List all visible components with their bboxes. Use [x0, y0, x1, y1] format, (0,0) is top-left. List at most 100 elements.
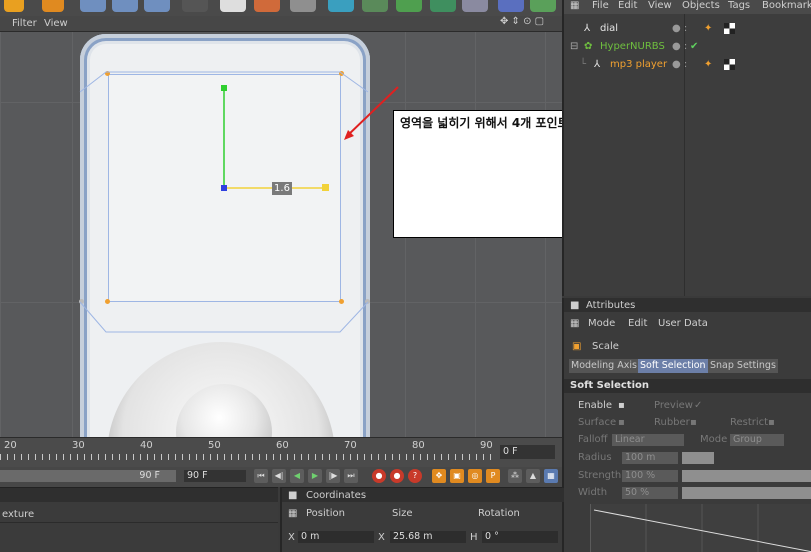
object-icon: ⅄: [594, 59, 601, 70]
scale-key-button[interactable]: ▣: [450, 469, 464, 483]
deformer-icon[interactable]: [462, 0, 488, 12]
menu-texture[interactable]: exture: [2, 509, 34, 520]
tab-modeling-axis[interactable]: Modeling Axis: [569, 359, 639, 373]
rotate-tool-icon[interactable]: [144, 0, 170, 12]
strength-slider[interactable]: [682, 470, 811, 482]
play-button[interactable]: ▶: [308, 469, 322, 483]
prev-key-button[interactable]: ◀|: [272, 469, 286, 483]
go-to-end-button[interactable]: ⏭: [344, 469, 358, 483]
object-name[interactable]: dial: [600, 23, 618, 34]
texture-tag-icon[interactable]: [724, 23, 735, 34]
tag-icon[interactable]: ✦: [704, 23, 712, 34]
grip-icon: ▦: [570, 0, 580, 11]
x-size-axis-label: X: [378, 532, 385, 543]
render-view-icon[interactable]: [220, 0, 246, 12]
tab-soft-selection[interactable]: Soft Selection: [638, 359, 708, 373]
menu-edit[interactable]: Edit: [628, 318, 647, 329]
camera-icon[interactable]: [530, 0, 556, 12]
prev-frame-button[interactable]: ◀: [290, 469, 304, 483]
x-size-field[interactable]: 25.68 m: [390, 531, 466, 543]
surface-checkbox[interactable]: ▪: [618, 417, 625, 428]
menu-bookmarks[interactable]: Bookmarks: [762, 0, 811, 11]
strength-field[interactable]: 100 %: [622, 470, 678, 482]
object-row-hypernurbs[interactable]: ⊟ ✿ HyperNURBS ● : ✔: [564, 38, 811, 56]
width-field[interactable]: 50 %: [622, 487, 678, 499]
menu-view[interactable]: View: [44, 18, 68, 29]
transport-bar: 90 F 90 F ⏮ ◀| ◀ ▶ |▶ ⏭ ● ● ? ✥ ▣ ◎ P ⁂ …: [0, 467, 562, 487]
scene-icon[interactable]: [498, 0, 524, 12]
render-picture-icon[interactable]: [254, 0, 280, 12]
width-slider[interactable]: [682, 487, 811, 499]
live-selection-icon[interactable]: [42, 0, 64, 12]
h-rotation-field[interactable]: 0 °: [482, 531, 558, 543]
nurbs-icon[interactable]: [396, 0, 422, 12]
tick-label: 50: [208, 440, 221, 451]
grip-icon: ▦: [288, 508, 298, 519]
mode-select[interactable]: Group: [730, 434, 784, 446]
preview-range-slider[interactable]: 90 F: [0, 470, 176, 482]
surface-label: Surface: [578, 417, 617, 428]
tick-label: 60: [276, 440, 289, 451]
current-frame-field[interactable]: 0 F: [500, 445, 555, 459]
move-tool-icon[interactable]: [80, 0, 106, 12]
mode-label: Mode: [700, 434, 728, 445]
array-icon[interactable]: [430, 0, 456, 12]
record-button[interactable]: ●: [372, 469, 386, 483]
falloff-label: Falloff: [578, 434, 608, 445]
tree-expander-icon[interactable]: ⊟: [570, 41, 578, 52]
undo-icon[interactable]: [4, 0, 24, 12]
auto-key-button[interactable]: ●: [390, 469, 404, 483]
radius-slider[interactable]: [682, 452, 714, 464]
last-tool-icon[interactable]: [182, 0, 208, 12]
falloff-select[interactable]: Linear: [612, 434, 684, 446]
timeline-ruler[interactable]: 20 30 40 50 60 70 80 90 0 F: [0, 437, 562, 467]
radius-field[interactable]: 100 m: [622, 452, 678, 464]
menu-filter[interactable]: Filter: [12, 18, 37, 29]
end-frame-field[interactable]: 90 F: [184, 470, 246, 482]
texture-tag-icon[interactable]: [724, 59, 735, 70]
scale-tool-icon[interactable]: [112, 0, 138, 12]
rubber-checkbox[interactable]: ▪: [690, 417, 697, 428]
menu-mode[interactable]: Mode: [588, 318, 615, 329]
enable-checkbox[interactable]: ▪: [618, 400, 625, 411]
keyframe-selection-button[interactable]: ?: [408, 469, 422, 483]
enabled-check-icon[interactable]: ✔: [690, 41, 698, 52]
point-level-button[interactable]: ⁂: [508, 469, 522, 483]
menu-user-data[interactable]: User Data: [658, 318, 708, 329]
tick-label: 30: [72, 440, 85, 451]
spline-icon[interactable]: [362, 0, 388, 12]
strength-label: Strength: [578, 470, 622, 481]
menu-tags[interactable]: Tags: [728, 0, 750, 11]
object-row-mp3-player[interactable]: └ ⅄ mp3 player ● : ✦: [564, 56, 811, 74]
object-name[interactable]: mp3 player: [610, 59, 667, 70]
rotation-key-button[interactable]: ◎: [468, 469, 482, 483]
falloff-graph[interactable]: [590, 504, 811, 552]
next-key-button[interactable]: |▶: [326, 469, 340, 483]
menu-objects[interactable]: Objects: [682, 0, 720, 11]
render-settings-icon[interactable]: [290, 0, 316, 12]
position-header: Position: [306, 508, 345, 519]
object-name[interactable]: HyperNURBS: [600, 41, 665, 52]
tab-snap-settings[interactable]: Snap Settings: [708, 359, 778, 373]
3d-viewport[interactable]: 1.6 영역을 넓히기 위해서 4개 포인트 선택후 영역 확장: [0, 32, 562, 437]
timeline-settings-button[interactable]: ▲: [526, 469, 540, 483]
viewport-nav-icons[interactable]: ✥ ⇕ ⊙ ▢: [500, 16, 544, 27]
width-label: Width: [578, 487, 608, 498]
tag-icon[interactable]: ✦: [704, 59, 712, 70]
menu-edit[interactable]: Edit: [618, 0, 637, 11]
parameter-key-button[interactable]: P: [486, 469, 500, 483]
restrict-checkbox[interactable]: ▪: [768, 417, 775, 428]
menu-file[interactable]: File: [592, 0, 609, 11]
preview-checkbox[interactable]: ✓: [694, 400, 702, 411]
section-title: Soft Selection: [570, 380, 650, 391]
x-position-field[interactable]: 0 m: [298, 531, 374, 543]
restrict-label: Restrict: [730, 417, 769, 428]
cube-icon[interactable]: [328, 0, 354, 12]
x-axis-label: X: [288, 532, 295, 543]
menu-view[interactable]: View: [648, 0, 672, 11]
timeline-window-button[interactable]: ▦: [544, 469, 558, 483]
go-to-start-button[interactable]: ⏮: [254, 469, 268, 483]
object-row-dial[interactable]: ⅄ dial ● : ✦: [564, 20, 811, 38]
position-key-button[interactable]: ✥: [432, 469, 446, 483]
tool-name: Scale: [592, 341, 619, 352]
